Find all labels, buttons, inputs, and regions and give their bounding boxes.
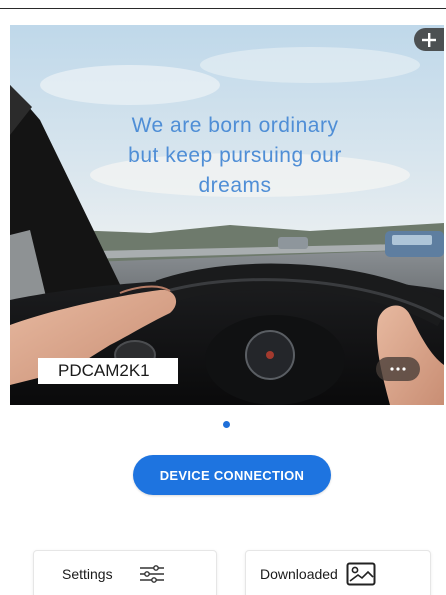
- settings-card[interactable]: Settings: [33, 550, 217, 595]
- app-screen: We are born ordinary but keep pursuing o…: [0, 0, 446, 595]
- image-gallery-icon: [346, 562, 376, 586]
- slogan-line: We are born ordinary: [131, 114, 339, 137]
- page-indicator-dot: [223, 421, 230, 428]
- downloaded-label: Downloaded: [260, 566, 338, 582]
- driving-scene-image: [10, 25, 444, 405]
- settings-label: Settings: [62, 566, 113, 582]
- plus-icon: [422, 32, 436, 47]
- downloaded-card[interactable]: Downloaded: [245, 550, 431, 595]
- more-horizontal-icon: [390, 367, 406, 371]
- sliders-icon: [139, 565, 164, 583]
- status-bar-divider: [0, 8, 446, 9]
- slogan-line: dreams: [198, 174, 272, 197]
- device-banner[interactable]: We are born ordinary but keep pursuing o…: [10, 25, 444, 405]
- add-device-button[interactable]: [414, 28, 444, 51]
- device-more-button[interactable]: [376, 357, 420, 381]
- device-name-label: PDCAM2K1: [38, 358, 178, 384]
- slogan-line: but keep pursuing our: [128, 144, 342, 167]
- device-connection-button[interactable]: DEVICE CONNECTION: [133, 455, 331, 495]
- banner-slogan: We are born ordinary but keep pursuing o…: [40, 111, 430, 201]
